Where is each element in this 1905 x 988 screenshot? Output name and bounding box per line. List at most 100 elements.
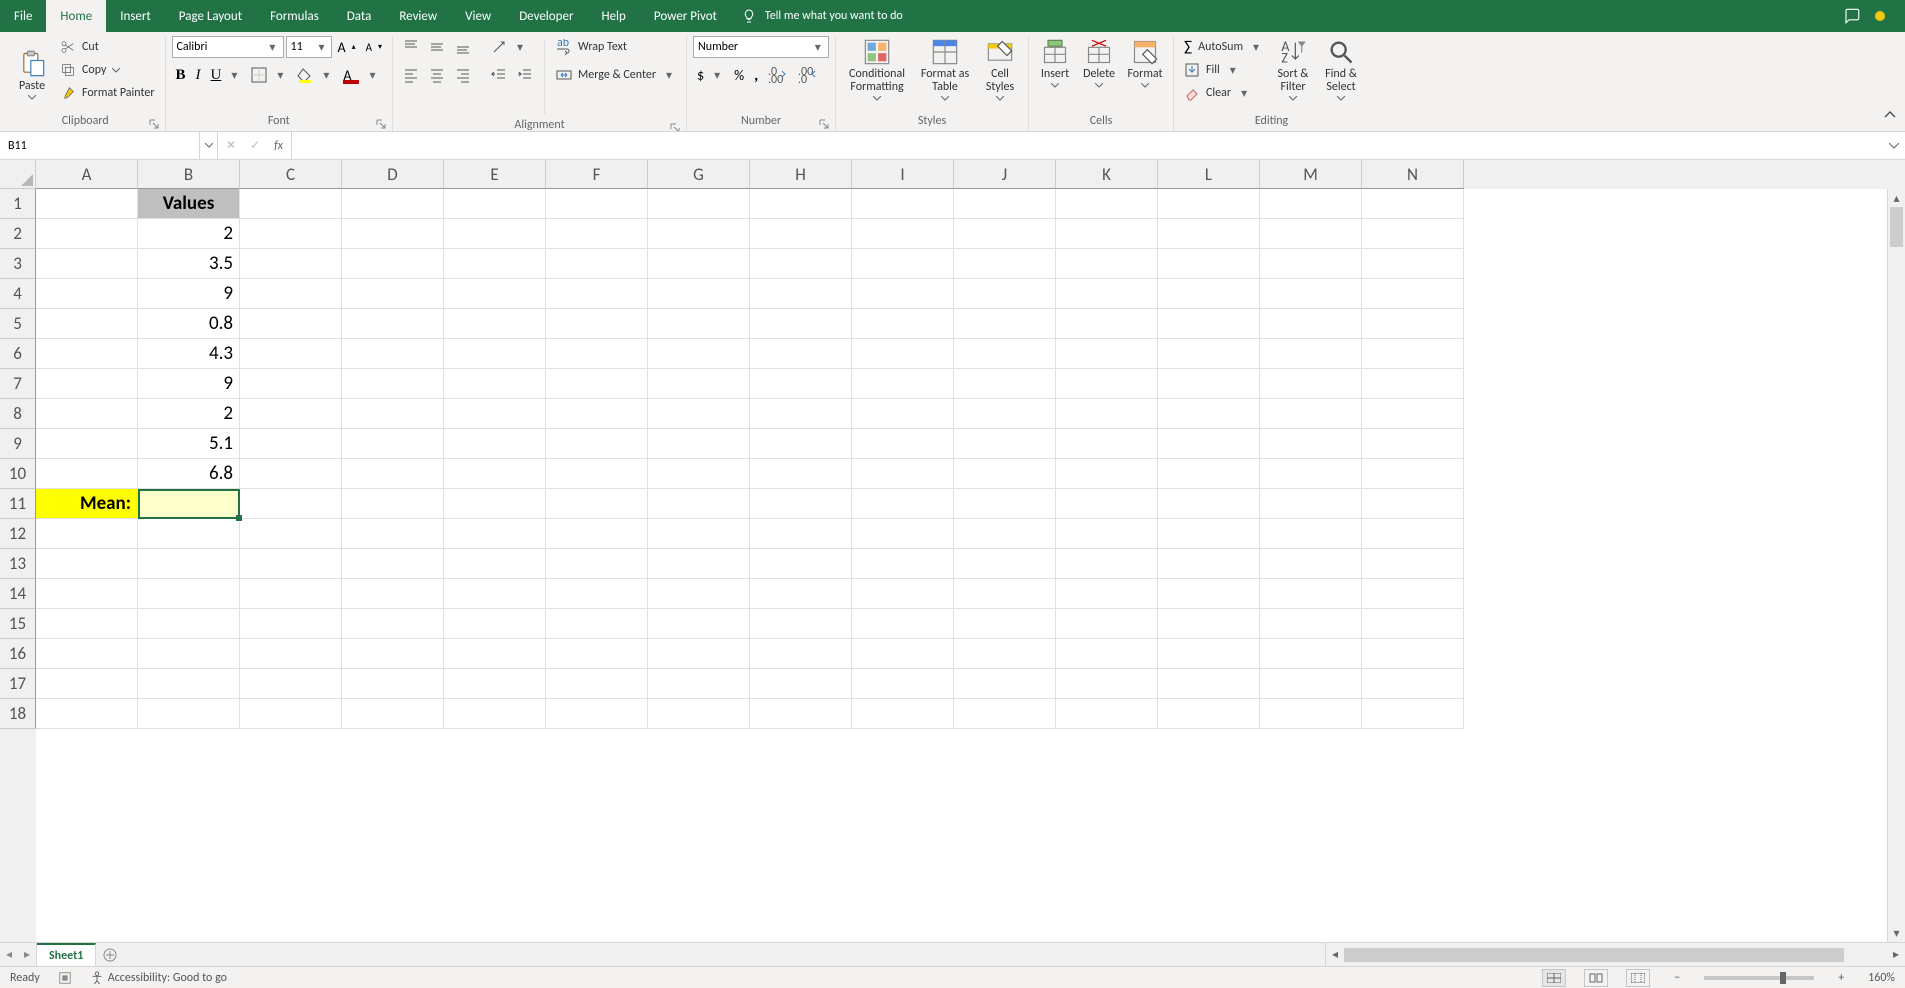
cell-L13[interactable] — [1158, 549, 1260, 579]
chevron-down-icon[interactable] — [199, 132, 217, 159]
cell-G18[interactable] — [648, 699, 750, 729]
fill-color-button[interactable]: ▾ — [293, 64, 337, 86]
row-header-15[interactable]: 15 — [0, 609, 36, 639]
col-header-N[interactable]: N — [1362, 160, 1464, 189]
cell-K13[interactable] — [1056, 549, 1158, 579]
cell-C5[interactable] — [240, 309, 342, 339]
cell-A15[interactable] — [36, 609, 138, 639]
cell-G11[interactable] — [648, 489, 750, 519]
cell-H4[interactable] — [750, 279, 852, 309]
italic-button[interactable]: I — [192, 64, 205, 86]
font-size-combo[interactable]: ▾ — [286, 36, 332, 58]
cell-C18[interactable] — [240, 699, 342, 729]
cell-K6[interactable] — [1056, 339, 1158, 369]
cell-F17[interactable] — [546, 669, 648, 699]
cell-J1[interactable] — [954, 189, 1056, 219]
chevron-down-icon[interactable]: ▾ — [811, 37, 824, 57]
cell-A16[interactable] — [36, 639, 138, 669]
cell-C11[interactable] — [240, 489, 342, 519]
cell-F18[interactable] — [546, 699, 648, 729]
zoom-out-button[interactable]: − — [1668, 971, 1686, 985]
cell-D2[interactable] — [342, 219, 444, 249]
cell-G10[interactable] — [648, 459, 750, 489]
cell-J3[interactable] — [954, 249, 1056, 279]
col-header-B[interactable]: B — [138, 160, 240, 189]
cell-F3[interactable] — [546, 249, 648, 279]
add-sheet-button[interactable] — [96, 943, 124, 966]
cell-I1[interactable] — [852, 189, 954, 219]
cell-F5[interactable] — [546, 309, 648, 339]
menu-tab-power-pivot[interactable]: Power Pivot — [640, 0, 731, 32]
cell-D9[interactable] — [342, 429, 444, 459]
menu-tab-home[interactable]: Home — [46, 0, 106, 32]
cell-D4[interactable] — [342, 279, 444, 309]
cell-M9[interactable] — [1260, 429, 1362, 459]
cell-J12[interactable] — [954, 519, 1056, 549]
cell-D17[interactable] — [342, 669, 444, 699]
zoom-slider[interactable] — [1704, 976, 1814, 980]
cell-L15[interactable] — [1158, 609, 1260, 639]
cell-B9[interactable]: 5.1 — [138, 429, 240, 459]
vertical-scrollbar[interactable]: ▴ ▾ — [1887, 189, 1905, 942]
cell-H9[interactable] — [750, 429, 852, 459]
align-right-button[interactable] — [451, 64, 475, 86]
clear-button[interactable]: Clear▾ — [1180, 82, 1267, 104]
cell-A7[interactable] — [36, 369, 138, 399]
cell-G13[interactable] — [648, 549, 750, 579]
scroll-down-icon[interactable]: ▾ — [1888, 924, 1905, 942]
cell-J6[interactable] — [954, 339, 1056, 369]
increase-decimal-button[interactable]: .0.00 — [764, 64, 792, 86]
cell-J17[interactable] — [954, 669, 1056, 699]
cell-N2[interactable] — [1362, 219, 1464, 249]
cell-F13[interactable] — [546, 549, 648, 579]
cell-I3[interactable] — [852, 249, 954, 279]
col-header-F[interactable]: F — [546, 160, 648, 189]
cell-E11[interactable] — [444, 489, 546, 519]
cell-L16[interactable] — [1158, 639, 1260, 669]
cell-A5[interactable] — [36, 309, 138, 339]
cell-N11[interactable] — [1362, 489, 1464, 519]
cell-L10[interactable] — [1158, 459, 1260, 489]
menu-tab-developer[interactable]: Developer — [505, 0, 587, 32]
scroll-right-icon[interactable]: ▸ — [1887, 947, 1905, 962]
cell-I4[interactable] — [852, 279, 954, 309]
cell-C2[interactable] — [240, 219, 342, 249]
cell-J5[interactable] — [954, 309, 1056, 339]
cell-D15[interactable] — [342, 609, 444, 639]
cell-E7[interactable] — [444, 369, 546, 399]
cell-K18[interactable] — [1056, 699, 1158, 729]
cell-H11[interactable] — [750, 489, 852, 519]
cell-H15[interactable] — [750, 609, 852, 639]
row-header-3[interactable]: 3 — [0, 249, 36, 279]
cell-L18[interactable] — [1158, 699, 1260, 729]
cell-B15[interactable] — [138, 609, 240, 639]
cell-A11[interactable]: Mean: — [36, 489, 138, 519]
fill-handle[interactable] — [236, 515, 242, 521]
cell-B16[interactable] — [138, 639, 240, 669]
col-header-A[interactable]: A — [36, 160, 138, 189]
cell-N1[interactable] — [1362, 189, 1464, 219]
cell-I10[interactable] — [852, 459, 954, 489]
cell-I6[interactable] — [852, 339, 954, 369]
row-header-16[interactable]: 16 — [0, 639, 36, 669]
cell-L17[interactable] — [1158, 669, 1260, 699]
cell-J8[interactable] — [954, 399, 1056, 429]
number-format-input[interactable] — [698, 40, 811, 54]
copy-button[interactable]: Copy — [56, 59, 159, 81]
cell-A10[interactable] — [36, 459, 138, 489]
cell-L12[interactable] — [1158, 519, 1260, 549]
cell-N7[interactable] — [1362, 369, 1464, 399]
cell-J4[interactable] — [954, 279, 1056, 309]
cell-N4[interactable] — [1362, 279, 1464, 309]
cell-A6[interactable] — [36, 339, 138, 369]
cell-D6[interactable] — [342, 339, 444, 369]
cell-C9[interactable] — [240, 429, 342, 459]
enter-formula-icon[interactable]: ✓ — [250, 138, 260, 153]
zoom-level[interactable]: 160% — [1868, 971, 1895, 985]
cell-I8[interactable] — [852, 399, 954, 429]
cell-B11[interactable] — [138, 489, 240, 519]
cell-H10[interactable] — [750, 459, 852, 489]
cell-K15[interactable] — [1056, 609, 1158, 639]
cell-E1[interactable] — [444, 189, 546, 219]
wrap-text-button[interactable]: ab Wrap Text — [552, 36, 680, 58]
